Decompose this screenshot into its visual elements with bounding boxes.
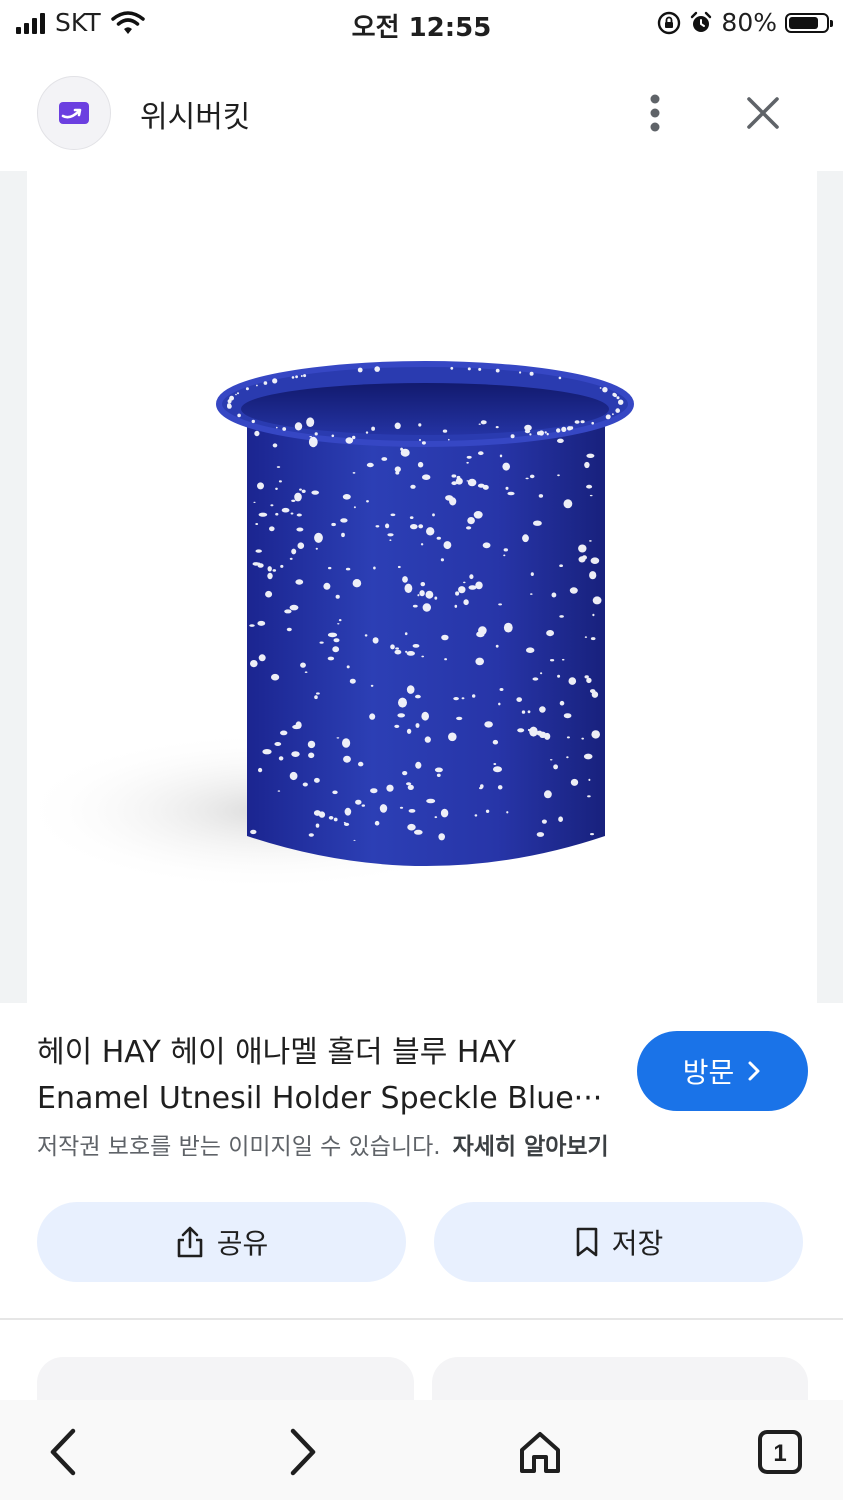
copyright-notice: 저작권 보호를 받는 이미지일 수 있습니다. 자세히 알아보기 — [37, 1127, 609, 1161]
battery-percent: 80% — [721, 8, 777, 37]
wishbucket-logo-icon — [59, 102, 89, 124]
save-button[interactable]: 저장 — [434, 1202, 803, 1282]
viewer-header: 위시버킷 — [0, 70, 843, 160]
more-options-button[interactable] — [630, 88, 680, 138]
close-icon — [747, 97, 779, 129]
share-icon — [177, 1226, 203, 1258]
site-logo[interactable] — [37, 76, 111, 150]
section-divider — [0, 1318, 843, 1320]
visit-button[interactable]: 방문 — [637, 1031, 808, 1111]
learn-more-link[interactable]: 자세히 알아보기 — [453, 1134, 609, 1160]
status-bar: SKT 오전 12:55 80% — [0, 0, 843, 50]
forward-button[interactable] — [272, 1422, 332, 1482]
close-button[interactable] — [738, 88, 788, 138]
home-button[interactable] — [510, 1422, 570, 1482]
copyright-text: 저작권 보호를 받는 이미지일 수 있습니다. — [37, 1134, 441, 1160]
bookmark-icon — [576, 1227, 598, 1257]
rotation-lock-icon — [658, 11, 681, 34]
title-line-1: 헤이 HAY 헤이 애나멜 홀더 블루 HAY — [37, 1035, 516, 1070]
home-icon — [520, 1432, 560, 1473]
tab-count: 1 — [773, 1440, 786, 1467]
product-image[interactable] — [27, 171, 817, 1003]
tabs-icon: 1 — [758, 1430, 802, 1474]
tabs-button[interactable]: 1 — [750, 1422, 810, 1482]
status-right: 80% — [657, 8, 833, 37]
more-vert-icon — [650, 94, 660, 132]
browser-toolbar: 1 — [0, 1400, 843, 1500]
visit-label: 방문 — [682, 1056, 735, 1089]
share-label: 공유 — [216, 1227, 269, 1260]
share-button[interactable]: 공유 — [37, 1202, 406, 1282]
image-title[interactable]: 헤이 HAY 헤이 애나멜 홀더 블루 HAY Enamel Utnesil H… — [37, 1030, 617, 1122]
title-line-2: Enamel Utnesil Holder Speckle Blue··· — [37, 1081, 603, 1116]
chevron-right-icon — [748, 1061, 760, 1081]
site-name[interactable]: 위시버킷 — [140, 92, 250, 136]
chevron-left-icon — [50, 1428, 76, 1476]
battery-icon — [785, 12, 833, 33]
back-button[interactable] — [34, 1422, 94, 1482]
save-label: 저장 — [611, 1227, 664, 1260]
chevron-right-icon — [290, 1428, 316, 1476]
enamel-holder-image — [27, 361, 634, 891]
image-viewer — [0, 171, 843, 1003]
alarm-icon — [691, 11, 712, 32]
